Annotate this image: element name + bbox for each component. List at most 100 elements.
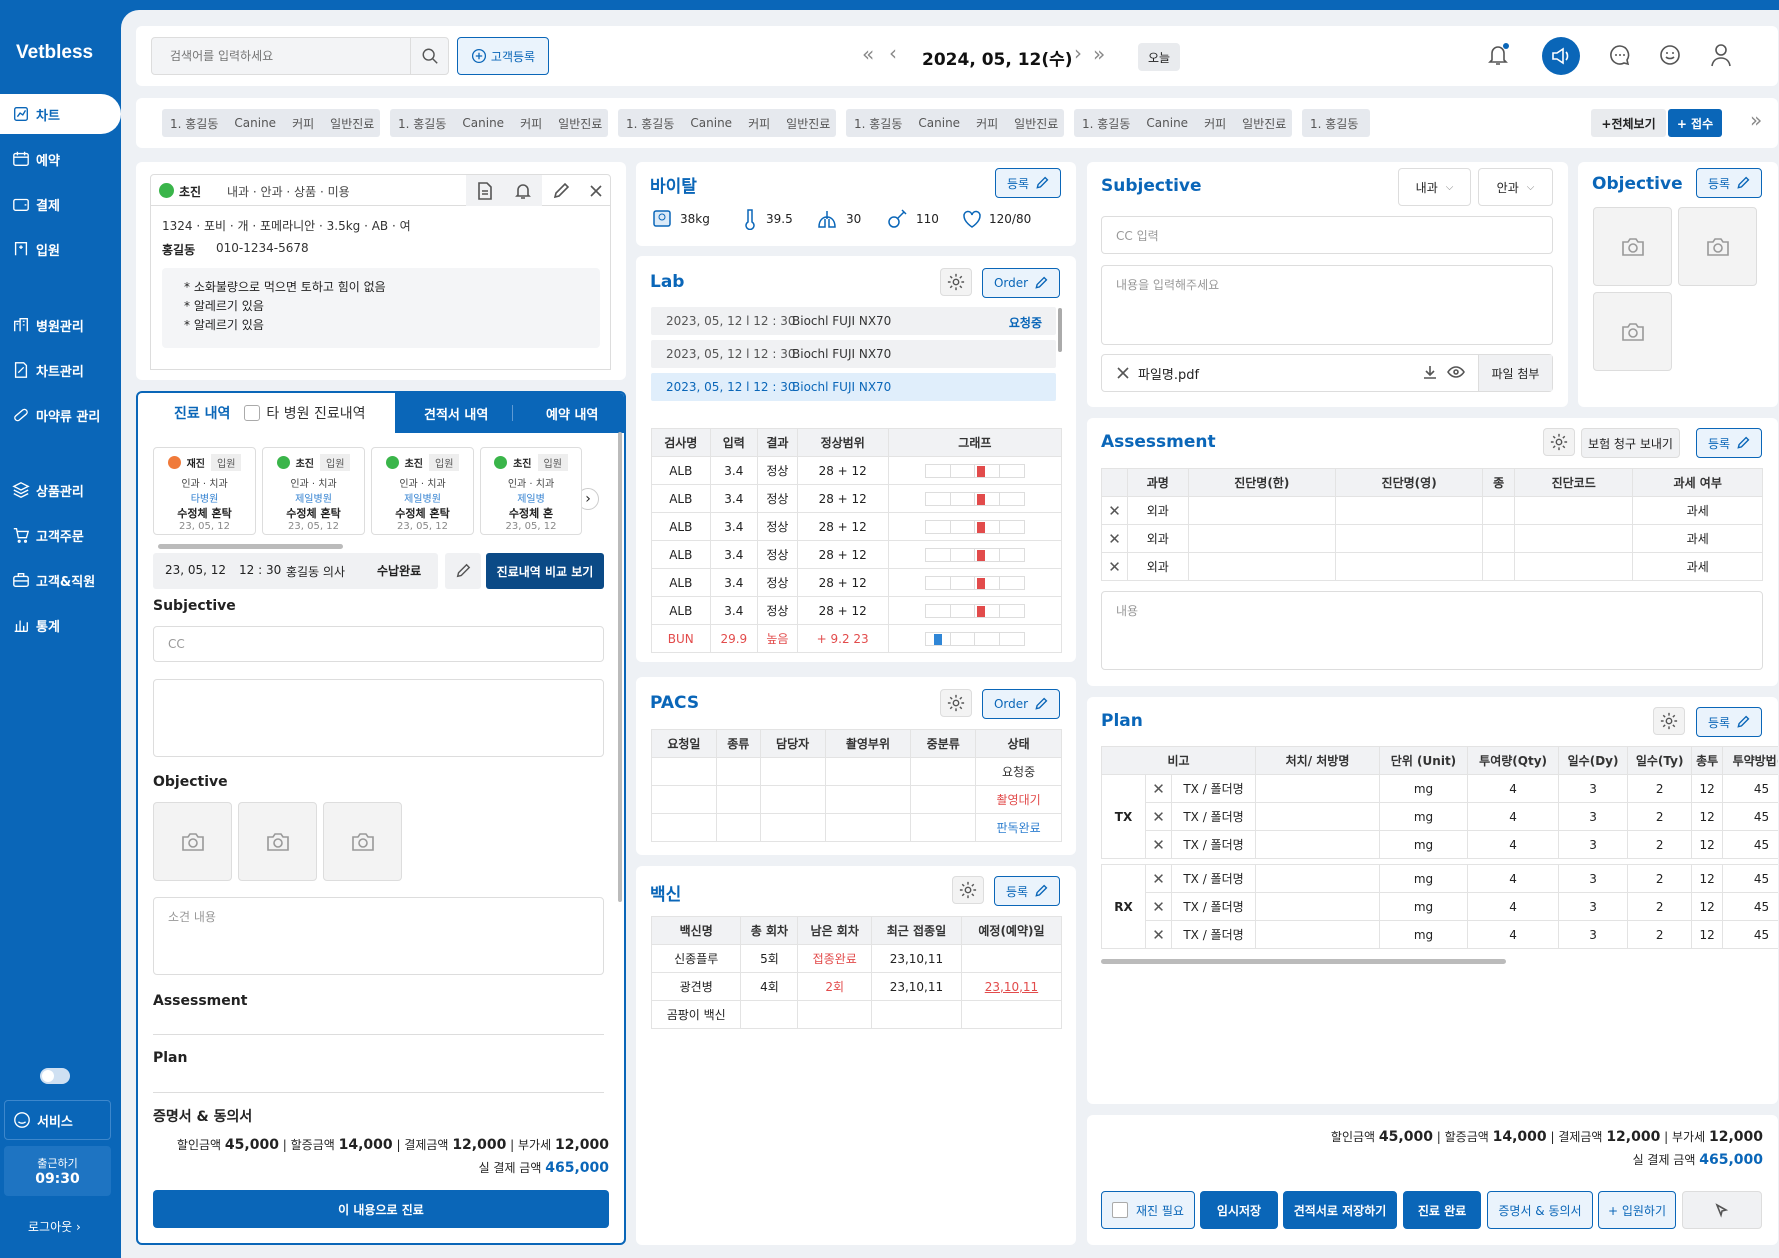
lab-request-row[interactable]: 2023, 05, 12 l 12 : 30 Biochl FUJI NX70 (651, 340, 1056, 368)
plan-row[interactable]: TX ✕ TX / 폴더명 mg 4 3 2 12 45 (1101, 774, 1778, 859)
submit-treatment-button[interactable]: 이 내용으로 진료 (153, 1190, 609, 1228)
objective-photo-slot[interactable] (1593, 207, 1672, 286)
search-icon[interactable] (410, 38, 448, 74)
other-hospital-checkbox[interactable] (244, 405, 261, 421)
revisit-button[interactable]: 재진 필요 (1101, 1191, 1195, 1229)
save-estimate-button[interactable]: 견적서로 저장하기 (1283, 1191, 1397, 1229)
user-icon[interactable] (1709, 42, 1733, 68)
chat-icon[interactable] (1608, 43, 1632, 67)
remove-row-icon[interactable]: ✕ (1145, 774, 1172, 803)
theme-toggle[interactable] (40, 1068, 70, 1084)
lab-req-scrollbar[interactable] (1058, 308, 1062, 352)
tab-history[interactable]: 진료 내역 타 병원 진료내역 (138, 393, 395, 433)
objective-photo-slot[interactable] (1678, 207, 1757, 286)
edit-icon[interactable] (542, 175, 580, 206)
accept-button[interactable]: + 접수 (1668, 109, 1722, 137)
remove-file-icon[interactable] (1116, 366, 1130, 380)
vaccine-register-button[interactable]: 등록 (994, 876, 1060, 906)
search-box[interactable] (151, 37, 449, 75)
history-scrollbar[interactable] (618, 432, 622, 902)
remove-row-icon[interactable]: ✕ (1145, 864, 1172, 893)
queue-chip[interactable]: 1. 홍길동 Canine 커피 일반진료 (846, 109, 1064, 137)
plan-row[interactable]: ✕ TX / 폴더명 mg 4 3 2 12 45 (1102, 802, 1778, 831)
vital-register-button[interactable]: 등록 (995, 168, 1061, 198)
remove-row-icon[interactable]: ✕ (1101, 496, 1128, 525)
sidebar-item-6[interactable]: 마약류 관리 (0, 395, 121, 435)
more-action-button[interactable] (1682, 1191, 1762, 1229)
view-all-button[interactable]: +전체보기 (1591, 109, 1666, 137)
sidebar-item-9[interactable]: 고객&직원 (0, 560, 121, 600)
pacs-row[interactable]: 요청중 (651, 757, 1062, 786)
vaccine-row[interactable]: 곰팡이 백신 (650, 1000, 1063, 1029)
hist-photo-slot[interactable] (238, 802, 317, 881)
sidebar-item-3[interactable]: 입원 (0, 229, 121, 269)
hist-subjective-textarea[interactable] (153, 679, 604, 757)
pacs-row[interactable]: 촬영대기 (651, 785, 1062, 814)
sidebar-item-2[interactable]: 결제 (0, 184, 121, 224)
date-display[interactable]: 2024, 05, 12(수) (922, 45, 1073, 70)
vaccine-row[interactable]: 광견병 4회 2회 23,10,11 23,10,11 (650, 972, 1063, 1001)
sidebar-item-0[interactable]: 차트 (0, 94, 121, 134)
bell-icon[interactable] (1486, 42, 1510, 68)
remove-row-icon[interactable]: ✕ (1145, 920, 1172, 949)
admit-button[interactable]: + 입원하기 (1598, 1191, 1676, 1229)
lab-request-row[interactable]: 2023, 05, 12 l 12 : 30 Biochl FUJI NX70 … (651, 307, 1056, 335)
history-card[interactable]: 초진 입원 인과 · 치과 제일병원 수정체 혼탁 23, 05, 12 (262, 447, 365, 535)
lab-request-row[interactable]: 2023, 05, 12 l 12 : 30 Biochl FUJI NX70 (651, 373, 1056, 401)
close-icon[interactable] (580, 175, 612, 206)
opinion-textarea[interactable]: 소견 내용 (153, 897, 604, 975)
queue-chip[interactable]: 1. 홍길동 Canine 커피 일반진료 (618, 109, 836, 137)
temp-save-button[interactable]: 임시저장 (1200, 1191, 1278, 1229)
vaccine-row[interactable]: 신종플루 5회 접종완료 23,10,11 (650, 944, 1063, 973)
sidebar-item-4[interactable]: 병원관리 (0, 305, 121, 345)
hist-photo-slot[interactable] (153, 802, 232, 881)
pacs-order-button[interactable]: Order (982, 689, 1060, 719)
assessment-textarea[interactable]: 내용 (1101, 591, 1763, 670)
queue-chip[interactable]: 1. 홍길동 Canine 커피 일반진료 (162, 109, 380, 137)
tab-estimate[interactable]: 견적서 내역 (424, 404, 488, 423)
plan-settings-icon[interactable] (1653, 707, 1685, 735)
search-input[interactable] (152, 38, 402, 74)
download-icon[interactable] (1422, 364, 1438, 380)
plan-row[interactable]: ✕ TX / 폴더명 mg 4 3 2 12 45 (1102, 892, 1778, 921)
queue-chip[interactable]: 1. 홍길동 (1302, 109, 1370, 137)
complete-button[interactable]: 진료 완료 (1403, 1191, 1481, 1229)
history-card[interactable]: 초진 입원 인과 · 치과 제일병 수정체 혼 23, 05, 12 (480, 447, 582, 535)
history-card[interactable]: 초진 입원 인과 · 치과 제일병원 수정체 혼탁 23, 05, 12 (371, 447, 474, 535)
dept2-select[interactable]: 안과 ⌵ (1478, 168, 1553, 206)
assessment-row[interactable]: ✕ 외과 과세 (1101, 524, 1763, 553)
assessment-settings-icon[interactable] (1543, 428, 1575, 456)
service-button[interactable]: 서비스 (4, 1100, 111, 1140)
queue-chip[interactable]: 1. 홍길동 Canine 커피 일반진료 (1074, 109, 1292, 137)
sidebar-item-8[interactable]: 고객주문 (0, 515, 121, 555)
prev-day-icon[interactable]: ‹ (889, 41, 897, 65)
subjective-textarea[interactable]: 내용을 입력해주세요 (1101, 265, 1553, 345)
remove-row-icon[interactable]: ✕ (1145, 802, 1172, 831)
expand-icon[interactable]: » (1750, 108, 1762, 132)
prev-week-icon[interactable]: « (862, 42, 874, 66)
register-customer-button[interactable]: 고객등록 (457, 37, 549, 75)
hist-cc-input[interactable]: CC (153, 626, 604, 662)
remove-row-icon[interactable]: ✕ (1101, 524, 1128, 553)
revisit-checkbox[interactable] (1112, 1202, 1128, 1218)
lab-order-button[interactable]: Order (982, 268, 1060, 298)
logout-link[interactable]: 로그아웃 › (28, 1218, 81, 1235)
sidebar-item-7[interactable]: 상품관리 (0, 470, 121, 510)
objective-register-button[interactable]: 등록 (1696, 168, 1762, 198)
document-icon[interactable] (466, 175, 504, 206)
emoji-icon[interactable] (1658, 43, 1682, 67)
remove-row-icon[interactable]: ✕ (1101, 552, 1128, 581)
assessment-row[interactable]: ✕ 외과 과세 (1101, 552, 1763, 581)
sidebar-item-10[interactable]: 통계 (0, 605, 121, 645)
sidebar-item-1[interactable]: 예약 (0, 139, 121, 179)
pacs-settings-icon[interactable] (940, 689, 972, 717)
next-week-icon[interactable]: » (1093, 42, 1105, 66)
compare-button[interactable]: 진료내역 비교 보기 (486, 553, 604, 589)
history-card[interactable]: 재진 입원 인과 · 치과 타병원 수정체 혼탁 23, 05, 12 (153, 447, 256, 535)
plan-row[interactable]: RX ✕ TX / 폴더명 mg 4 3 2 12 45 (1101, 864, 1778, 949)
objective-photo-slot[interactable] (1593, 292, 1672, 371)
hist-photo-slot[interactable] (323, 802, 402, 881)
alarm-icon[interactable] (504, 175, 542, 206)
sidebar-item-5[interactable]: 차트관리 (0, 350, 121, 390)
insurance-claim-button[interactable]: 보험 청구 보내기 (1581, 428, 1680, 458)
